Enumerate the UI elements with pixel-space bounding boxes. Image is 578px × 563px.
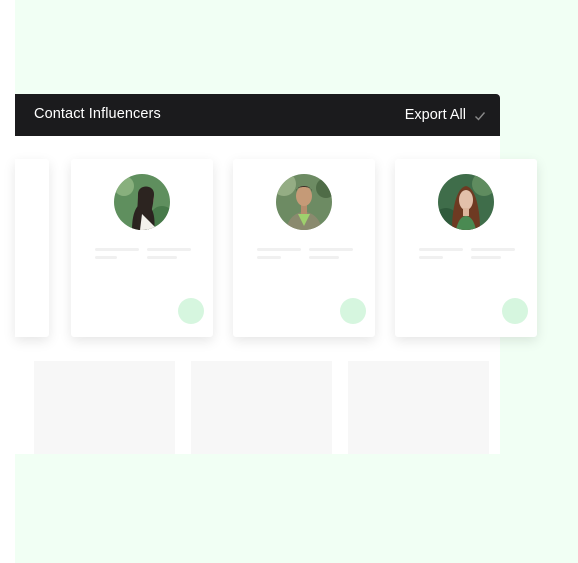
avatar-man-shaved-head [276,174,332,230]
skeleton-line [95,256,117,259]
partial-card[interactable] [15,159,49,337]
skeleton-line [309,256,339,259]
skeleton-line [147,256,177,259]
skeleton-line [309,248,353,251]
skeleton-line [147,248,191,251]
skeleton-line [95,248,139,251]
contact-button[interactable] [178,298,204,324]
skeleton-line [419,248,463,251]
influencer-card[interactable] [233,159,375,337]
skeleton-line [471,248,515,251]
influencer-card[interactable] [71,159,213,337]
export-all-label: Export All [404,107,466,123]
contact-button[interactable] [340,298,366,324]
check-icon [474,109,486,121]
skeleton-line [471,256,501,259]
avatar-woman-auburn-hair [438,174,494,230]
placeholder-card [191,361,332,454]
influencer-card[interactable] [395,159,537,337]
placeholder-card [34,361,175,454]
skeleton-line [257,256,281,259]
contact-button[interactable] [502,298,528,324]
placeholder-card [348,361,489,454]
page-title: Contact Influencers [34,106,161,122]
skeleton-line [419,256,443,259]
skeleton-line [257,248,301,251]
avatar-woman-dark-hair [114,174,170,230]
export-all-button[interactable]: Export All [405,105,486,125]
top-bar: Contact Influencers Export All [15,94,500,136]
